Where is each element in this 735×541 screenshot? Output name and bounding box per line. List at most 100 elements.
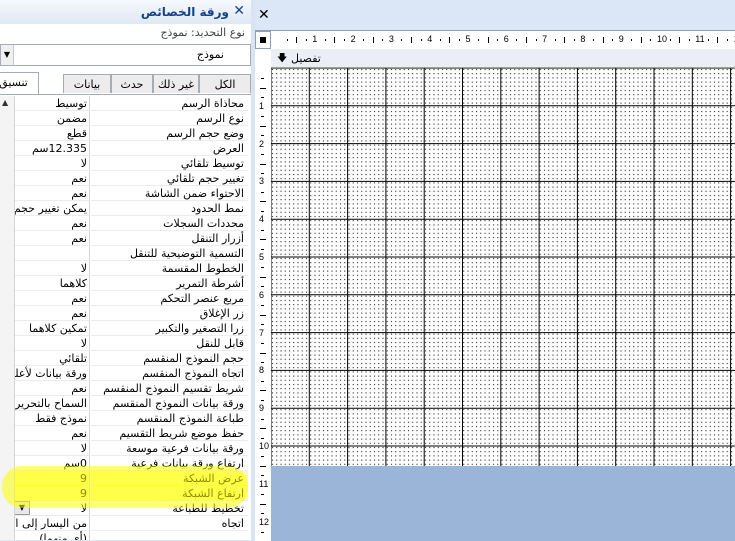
tab-event[interactable]: حدث: [111, 74, 153, 93]
property-sheet-titlebar: ورقة الخصائص ✕: [0, 0, 251, 25]
ruler-label: 10: [657, 34, 668, 44]
property-value[interactable]: تمكين كلاهما: [14, 321, 90, 336]
tab-other[interactable]: غير ذلك: [153, 74, 199, 93]
ruler-tick: [554, 39, 556, 41]
ruler-tick: [296, 37, 298, 43]
property-name: محددات السجلات: [91, 216, 248, 231]
tab-data[interactable]: بيانات: [63, 74, 111, 93]
ruler-label: 8: [580, 34, 586, 44]
property-row[interactable]: توسيط محاذاة الرسم: [0, 96, 251, 111]
ruler-label: 12: [259, 516, 270, 527]
ruler-tick: [717, 37, 719, 43]
property-value[interactable]: نعم: [14, 186, 90, 201]
ruler-tick: [261, 172, 264, 174]
ruler-tick: [260, 201, 266, 203]
property-row[interactable]: كلاهما أشرطة التمرير: [0, 276, 251, 291]
property-value[interactable]: نعم: [14, 426, 90, 441]
ruler-tick: [261, 380, 264, 382]
property-value[interactable]: نعم: [14, 381, 90, 396]
property-row[interactable]: نعم زر الإغلاق: [0, 306, 251, 321]
property-row[interactable]: لا الخطوط المقسمة: [0, 261, 251, 276]
property-row[interactable]: من اليسار إلى اليميناتجاه: [0, 516, 251, 531]
property-value[interactable]: نعم: [14, 171, 90, 186]
ruler-tick: [261, 286, 264, 288]
vertical-ruler[interactable]: 1 2 3 4 5 6 7 8 9 10 11 12: [255, 49, 272, 541]
property-row[interactable]: نعم مربع عنصر التحكم: [0, 291, 251, 306]
detail-section-bar[interactable]: 🡇 تفصيل: [271, 49, 735, 68]
form-selector-button[interactable]: [255, 31, 271, 49]
property-value[interactable]: [14, 246, 90, 261]
ruler-tick: [260, 87, 266, 89]
property-name: أزرار التنقل: [91, 231, 248, 246]
property-row[interactable]: لا ورقة بيانات فرعية موسعة: [0, 441, 251, 456]
property-sheet-pane: ورقة الخصائص ✕ نوع التحديد: نموذج ▼ نموذ…: [0, 0, 251, 540]
ruler-tick: [382, 39, 384, 41]
ruler-tick: [261, 343, 264, 345]
property-row[interactable]: تلقائي حجم النموذج المنقسم: [0, 351, 251, 366]
ruler-tick: [261, 116, 264, 118]
tab-format[interactable]: تنسيق: [0, 72, 39, 94]
property-value[interactable]: نعم: [14, 291, 90, 306]
property-row[interactable]: نعم تغيير حجم تلقائي: [0, 171, 251, 186]
object-selector-dropdown[interactable]: ▼ نموذج: [0, 44, 251, 66]
property-row[interactable]: لا توسيط تلقائي: [0, 156, 251, 171]
ruler-tick: [260, 465, 266, 467]
ruler-label: 2: [259, 138, 265, 149]
property-value[interactable]: كلاهما: [14, 276, 90, 291]
property-row[interactable]: لا قابل للنقل: [0, 336, 251, 351]
property-row[interactable]: نموذج فقط طباعة النموذج المنقسم: [0, 411, 251, 426]
property-value[interactable]: لا: [14, 336, 90, 351]
property-row[interactable]: نعم حفظ موضع شريط التقسيم: [0, 426, 251, 441]
ruler-tick: [439, 39, 441, 41]
property-row[interactable]: ورقة بيانات لأعلى اتجاه النموذج المنقسم: [0, 366, 251, 381]
property-value[interactable]: نعم: [14, 216, 90, 231]
close-icon[interactable]: ✕: [233, 3, 245, 19]
property-value[interactable]: 12.335سم: [14, 141, 90, 156]
property-name: التسمية التوضيحية للتنقل: [91, 246, 248, 261]
property-row[interactable]: السماح بالتحرير ورقة بيانات النموذج المنق…: [0, 396, 251, 411]
chevron-down-icon[interactable]: ▼: [1, 45, 14, 65]
property-value[interactable]: لا: [14, 261, 90, 276]
property-row[interactable]: قطع وضع حجم الرسم: [0, 126, 251, 141]
property-value[interactable]: يمكن تغيير حجم: [14, 201, 90, 216]
ruler-tick: [260, 390, 266, 392]
property-value[interactable]: نعم: [14, 231, 90, 246]
property-row[interactable]: مضمن نوع الرسم: [0, 111, 251, 126]
property-row[interactable]: التسمية التوضيحية للتنقل: [0, 246, 251, 261]
property-row[interactable]: نعم أزرار التنقل: [0, 231, 251, 246]
property-value[interactable]: السماح بالتحرير: [14, 396, 90, 411]
close-icon[interactable]: ✕: [258, 7, 270, 23]
property-value[interactable]: ورقة بيانات لأعلى: [14, 366, 90, 381]
property-row[interactable]: نعم شريط تقسيم النموذج المنقسم: [0, 381, 251, 396]
ruler-tick: [324, 39, 326, 41]
property-value[interactable]: تلقائي: [14, 351, 90, 366]
tab-all[interactable]: الكل: [199, 74, 251, 93]
property-value[interactable]: لا: [14, 441, 90, 456]
property-row[interactable]: تمكين كلاهما زرا التصغير والتكبير: [0, 321, 251, 336]
horizontal-ruler[interactable]: 123456789101112: [271, 31, 735, 50]
ruler-tick: [261, 437, 264, 439]
ruler-tick: [516, 39, 518, 41]
ruler-tick: [497, 39, 499, 41]
property-value[interactable]: نعم: [14, 306, 90, 321]
property-row[interactable]: (أي منهما): [0, 531, 251, 540]
property-value[interactable]: توسيط: [14, 96, 90, 111]
property-row[interactable]: 12.335سم العرض: [0, 141, 251, 156]
ruler-tick: [260, 503, 266, 505]
property-value[interactable]: قطع: [14, 126, 90, 141]
property-row[interactable]: يمكن تغيير حجم نمط الحدود: [0, 201, 251, 216]
property-value[interactable]: مضمن: [14, 111, 90, 126]
ruler-tick: [305, 39, 307, 41]
scroll-up-icon[interactable]: ▲: [2, 98, 8, 107]
property-value[interactable]: نموذج فقط: [14, 411, 90, 426]
ruler-tick: [261, 97, 264, 99]
property-row[interactable]: نعم محددات السجلات: [0, 216, 251, 231]
property-value[interactable]: لا: [14, 156, 90, 171]
ruler-tick: [669, 39, 671, 41]
property-value[interactable]: (أي منهما): [14, 531, 90, 540]
property-row[interactable]: نعم الاحتواء ضمن الشاشة: [0, 186, 251, 201]
detail-section-grid[interactable]: [271, 68, 735, 466]
section-label: تفصيل: [291, 52, 321, 65]
ruler-tick: [260, 239, 266, 241]
property-value[interactable]: من اليسار إلى اليمين: [14, 516, 90, 531]
